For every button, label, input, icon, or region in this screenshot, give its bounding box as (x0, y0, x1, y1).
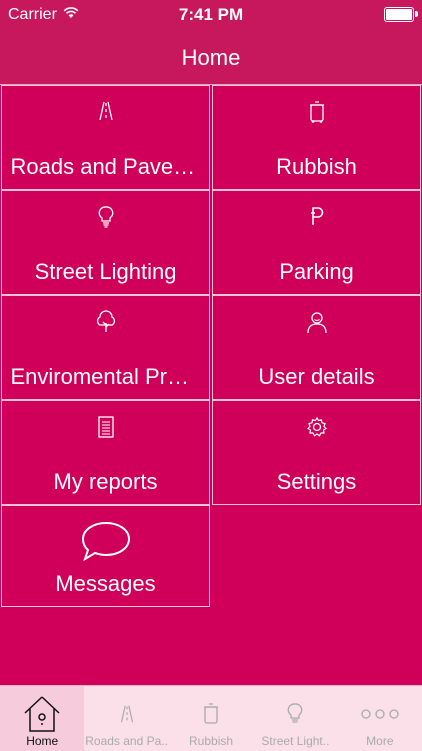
birdhouse-icon (22, 694, 62, 734)
tile-rubbish[interactable]: Rubbish (212, 85, 421, 190)
tile-settings[interactable]: Settings (212, 400, 421, 505)
road-icon (116, 694, 138, 734)
tab-roads-and-pavements[interactable]: Roads and Pa.. (84, 686, 168, 751)
lightbulb-icon (286, 694, 304, 734)
tile-label: Enviromental Protection (10, 364, 201, 389)
tab-label: Rubbish (189, 734, 234, 748)
tab-label: Home (26, 734, 59, 748)
navigation-bar: Home (0, 32, 422, 85)
tile-label: My reports (53, 469, 158, 494)
tab-bar: Home Roads and Pa.. Rubbish Street Light… (0, 685, 422, 751)
tab-label: More (366, 734, 394, 748)
tab-street-lighting[interactable]: Street Light.. (253, 686, 337, 751)
speech-bubble-icon (2, 520, 209, 562)
lightbulb-icon (2, 205, 209, 229)
tab-label: Roads and Pa.. (85, 734, 168, 748)
tile-label: Parking (279, 259, 354, 284)
page-title: Home (181, 45, 241, 70)
tile-roads-and-pavements[interactable]: Roads and Pavements (1, 85, 210, 190)
tab-label: Street Light.. (261, 734, 330, 748)
tile-user-details[interactable]: User details (212, 295, 421, 400)
parking-icon (213, 205, 420, 227)
tile-my-reports[interactable]: My reports (1, 400, 210, 505)
tree-icon (2, 310, 209, 334)
tile-street-lighting[interactable]: Street Lighting (1, 190, 210, 295)
tile-messages[interactable]: Messages (1, 505, 210, 607)
gear-icon (213, 415, 420, 439)
tile-label: Street Lighting (34, 259, 177, 284)
battery-icon (384, 7, 418, 22)
status-right (384, 7, 418, 22)
bin-icon (201, 694, 221, 734)
tile-label: Settings (276, 469, 357, 494)
tile-label: User details (258, 364, 375, 389)
document-icon (2, 415, 209, 439)
tile-enviromental-protection[interactable]: Enviromental Protection (1, 295, 210, 400)
tile-label: Messages (55, 571, 156, 596)
tab-home[interactable]: Home (0, 686, 85, 751)
tile-label: Roads and Pavements (10, 154, 201, 179)
user-icon (213, 310, 420, 334)
status-time: 7:41 PM (178, 5, 244, 24)
tab-more[interactable]: More (338, 686, 422, 751)
bin-icon (213, 100, 420, 124)
tab-rubbish[interactable]: Rubbish (169, 686, 253, 751)
more-dots-icon (360, 694, 400, 734)
road-icon (2, 100, 209, 122)
status-bar: Carrier 7:41 PM (0, 0, 422, 32)
tile-parking[interactable]: Parking (212, 190, 421, 295)
tile-label: Rubbish (276, 154, 357, 179)
